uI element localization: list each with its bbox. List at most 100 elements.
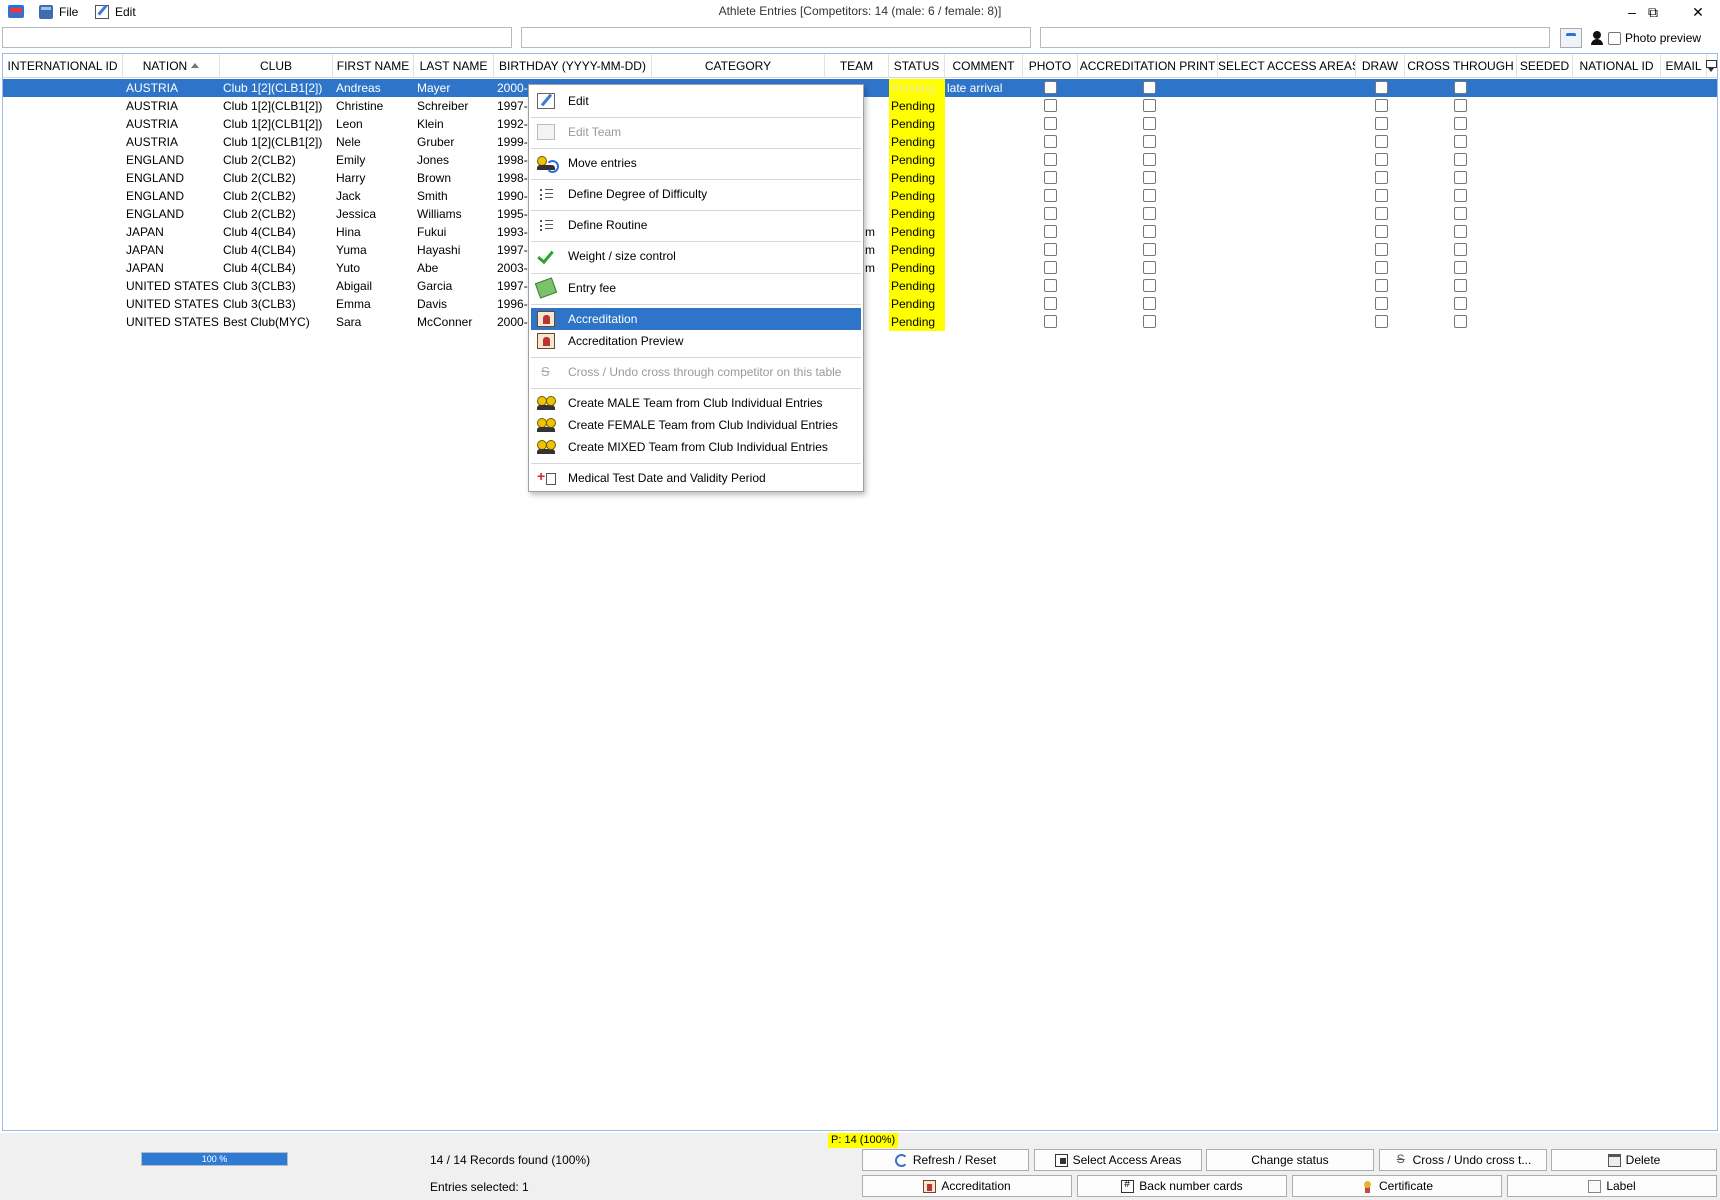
cross-through-checkbox[interactable] xyxy=(1454,99,1467,112)
photo-preview-toggle[interactable]: Photo preview xyxy=(1590,28,1701,48)
cross-through-checkbox[interactable] xyxy=(1454,297,1467,310)
photo-checkbox[interactable] xyxy=(1044,135,1057,148)
photo-checkbox[interactable] xyxy=(1044,297,1057,310)
accreditation-print-checkbox[interactable] xyxy=(1143,135,1156,148)
cross-through-checkbox[interactable] xyxy=(1454,117,1467,130)
menu-item-weight-size-control[interactable]: Weight / size control xyxy=(531,245,861,267)
cross-through-checkbox[interactable] xyxy=(1454,315,1467,328)
menu-item-move-entries[interactable]: Move entries xyxy=(531,152,861,174)
accreditation-print-checkbox[interactable] xyxy=(1143,225,1156,238)
accreditation-print-checkbox[interactable] xyxy=(1143,207,1156,220)
draw-checkbox[interactable] xyxy=(1375,189,1388,202)
photo-checkbox[interactable] xyxy=(1044,261,1057,274)
cross-through-checkbox[interactable] xyxy=(1454,153,1467,166)
col-club[interactable]: CLUB xyxy=(220,54,333,78)
accreditation-print-checkbox[interactable] xyxy=(1143,297,1156,310)
col-accreditation-print[interactable]: ACCREDITATION PRINT xyxy=(1078,54,1218,78)
menu-item-medical-test-date-and-validity-period[interactable]: Medical Test Date and Validity Period xyxy=(531,467,861,489)
col-comment[interactable]: COMMENT xyxy=(945,54,1023,78)
accreditation-print-checkbox[interactable] xyxy=(1143,315,1156,328)
accreditation-print-checkbox[interactable] xyxy=(1143,189,1156,202)
draw-checkbox[interactable] xyxy=(1375,153,1388,166)
photo-checkbox[interactable] xyxy=(1044,171,1057,184)
accreditation-print-checkbox[interactable] xyxy=(1143,81,1156,94)
select-access-areas-button[interactable]: Select Access Areas xyxy=(1034,1149,1202,1171)
draw-checkbox[interactable] xyxy=(1375,315,1388,328)
cross-through-button[interactable]: Cross / Undo cross t... xyxy=(1379,1149,1547,1171)
restore-button[interactable]: ⧉ xyxy=(1633,2,1673,22)
col-team[interactable]: TEAM xyxy=(825,54,889,78)
col-select-access-areas[interactable]: SELECT ACCESS AREAS xyxy=(1218,54,1356,78)
draw-checkbox[interactable] xyxy=(1375,261,1388,274)
photo-checkbox[interactable] xyxy=(1044,153,1057,166)
cross-through-checkbox[interactable] xyxy=(1454,279,1467,292)
draw-checkbox[interactable] xyxy=(1375,243,1388,256)
accreditation-print-checkbox[interactable] xyxy=(1143,171,1156,184)
photo-checkbox[interactable] xyxy=(1044,189,1057,202)
accreditation-print-checkbox[interactable] xyxy=(1143,99,1156,112)
menu-item-create-mixed-team-from-club-individual-entries[interactable]: Create MIXED Team from Club Individual E… xyxy=(531,436,861,458)
clear-filter-button[interactable] xyxy=(1560,28,1582,48)
draw-checkbox[interactable] xyxy=(1375,117,1388,130)
certificate-button[interactable]: Certificate xyxy=(1292,1175,1502,1197)
cross-through-checkbox[interactable] xyxy=(1454,243,1467,256)
menu-item-define-routine[interactable]: Define Routine xyxy=(531,214,861,236)
photo-checkbox[interactable] xyxy=(1044,243,1057,256)
close-button[interactable]: ✕ xyxy=(1678,2,1718,22)
menu-item-entry-fee[interactable]: Entry fee xyxy=(531,277,861,299)
cross-through-checkbox[interactable] xyxy=(1454,207,1467,220)
filter-input-2[interactable] xyxy=(521,27,1031,48)
col-last-name[interactable]: LAST NAME xyxy=(414,54,494,78)
accreditation-print-checkbox[interactable] xyxy=(1143,279,1156,292)
cross-through-checkbox[interactable] xyxy=(1454,171,1467,184)
menu-item-create-female-team-from-club-individual-entries[interactable]: Create FEMALE Team from Club Individual … xyxy=(531,414,861,436)
menu-item-define-degree-of-difficulty[interactable]: Define Degree of Difficulty xyxy=(531,183,861,205)
draw-checkbox[interactable] xyxy=(1375,297,1388,310)
menu-item-accreditation-preview[interactable]: Accreditation Preview xyxy=(531,330,861,352)
col-cross-through[interactable]: CROSS THROUGH xyxy=(1405,54,1517,78)
photo-checkbox[interactable] xyxy=(1044,207,1057,220)
cross-through-checkbox[interactable] xyxy=(1454,135,1467,148)
photo-checkbox[interactable] xyxy=(1044,315,1057,328)
col-category[interactable]: CATEGORY xyxy=(652,54,825,78)
draw-checkbox[interactable] xyxy=(1375,207,1388,220)
change-status-button[interactable]: Change status xyxy=(1206,1149,1374,1171)
refresh-reset-button[interactable]: Refresh / Reset xyxy=(862,1149,1029,1171)
accreditation-button[interactable]: Accreditation xyxy=(862,1175,1072,1197)
accreditation-print-checkbox[interactable] xyxy=(1143,243,1156,256)
photo-checkbox[interactable] xyxy=(1044,99,1057,112)
delete-button[interactable]: Delete xyxy=(1551,1149,1717,1171)
col-first-name[interactable]: FIRST NAME xyxy=(333,54,414,78)
draw-checkbox[interactable] xyxy=(1375,81,1388,94)
draw-checkbox[interactable] xyxy=(1375,279,1388,292)
menu-item-create-male-team-from-club-individual-entries[interactable]: Create MALE Team from Club Individual En… xyxy=(531,392,861,414)
col-draw[interactable]: DRAW xyxy=(1356,54,1405,78)
photo-checkbox[interactable] xyxy=(1044,81,1057,94)
col-email[interactable]: EMAIL xyxy=(1661,54,1707,78)
col-nation[interactable]: NATION xyxy=(123,54,220,78)
accreditation-print-checkbox[interactable] xyxy=(1143,153,1156,166)
cross-through-checkbox[interactable] xyxy=(1454,81,1467,94)
cross-through-checkbox[interactable] xyxy=(1454,261,1467,274)
photo-checkbox[interactable] xyxy=(1044,225,1057,238)
filter-input-1[interactable] xyxy=(2,27,512,48)
photo-checkbox[interactable] xyxy=(1044,117,1057,130)
draw-checkbox[interactable] xyxy=(1375,135,1388,148)
photo-preview-checkbox[interactable] xyxy=(1608,31,1621,45)
back-number-cards-button[interactable]: Back number cards xyxy=(1077,1175,1287,1197)
col-birthday[interactable]: BIRTHDAY (YYYY-MM-DD) xyxy=(494,54,652,78)
draw-checkbox[interactable] xyxy=(1375,225,1388,238)
photo-checkbox[interactable] xyxy=(1044,279,1057,292)
accreditation-print-checkbox[interactable] xyxy=(1143,261,1156,274)
label-button[interactable]: Label xyxy=(1507,1175,1717,1197)
accreditation-print-checkbox[interactable] xyxy=(1143,117,1156,130)
col-photo[interactable]: PHOTO xyxy=(1023,54,1078,78)
col-status[interactable]: STATUS xyxy=(889,54,945,78)
cross-through-checkbox[interactable] xyxy=(1454,225,1467,238)
col-international-id[interactable]: INTERNATIONAL ID xyxy=(3,54,123,78)
cross-through-checkbox[interactable] xyxy=(1454,189,1467,202)
column-chooser-icon[interactable] xyxy=(1705,58,1717,72)
menu-item-edit[interactable]: Edit xyxy=(531,90,861,112)
col-seeded[interactable]: SEEDED xyxy=(1517,54,1573,78)
col-national-id[interactable]: NATIONAL ID xyxy=(1573,54,1661,78)
